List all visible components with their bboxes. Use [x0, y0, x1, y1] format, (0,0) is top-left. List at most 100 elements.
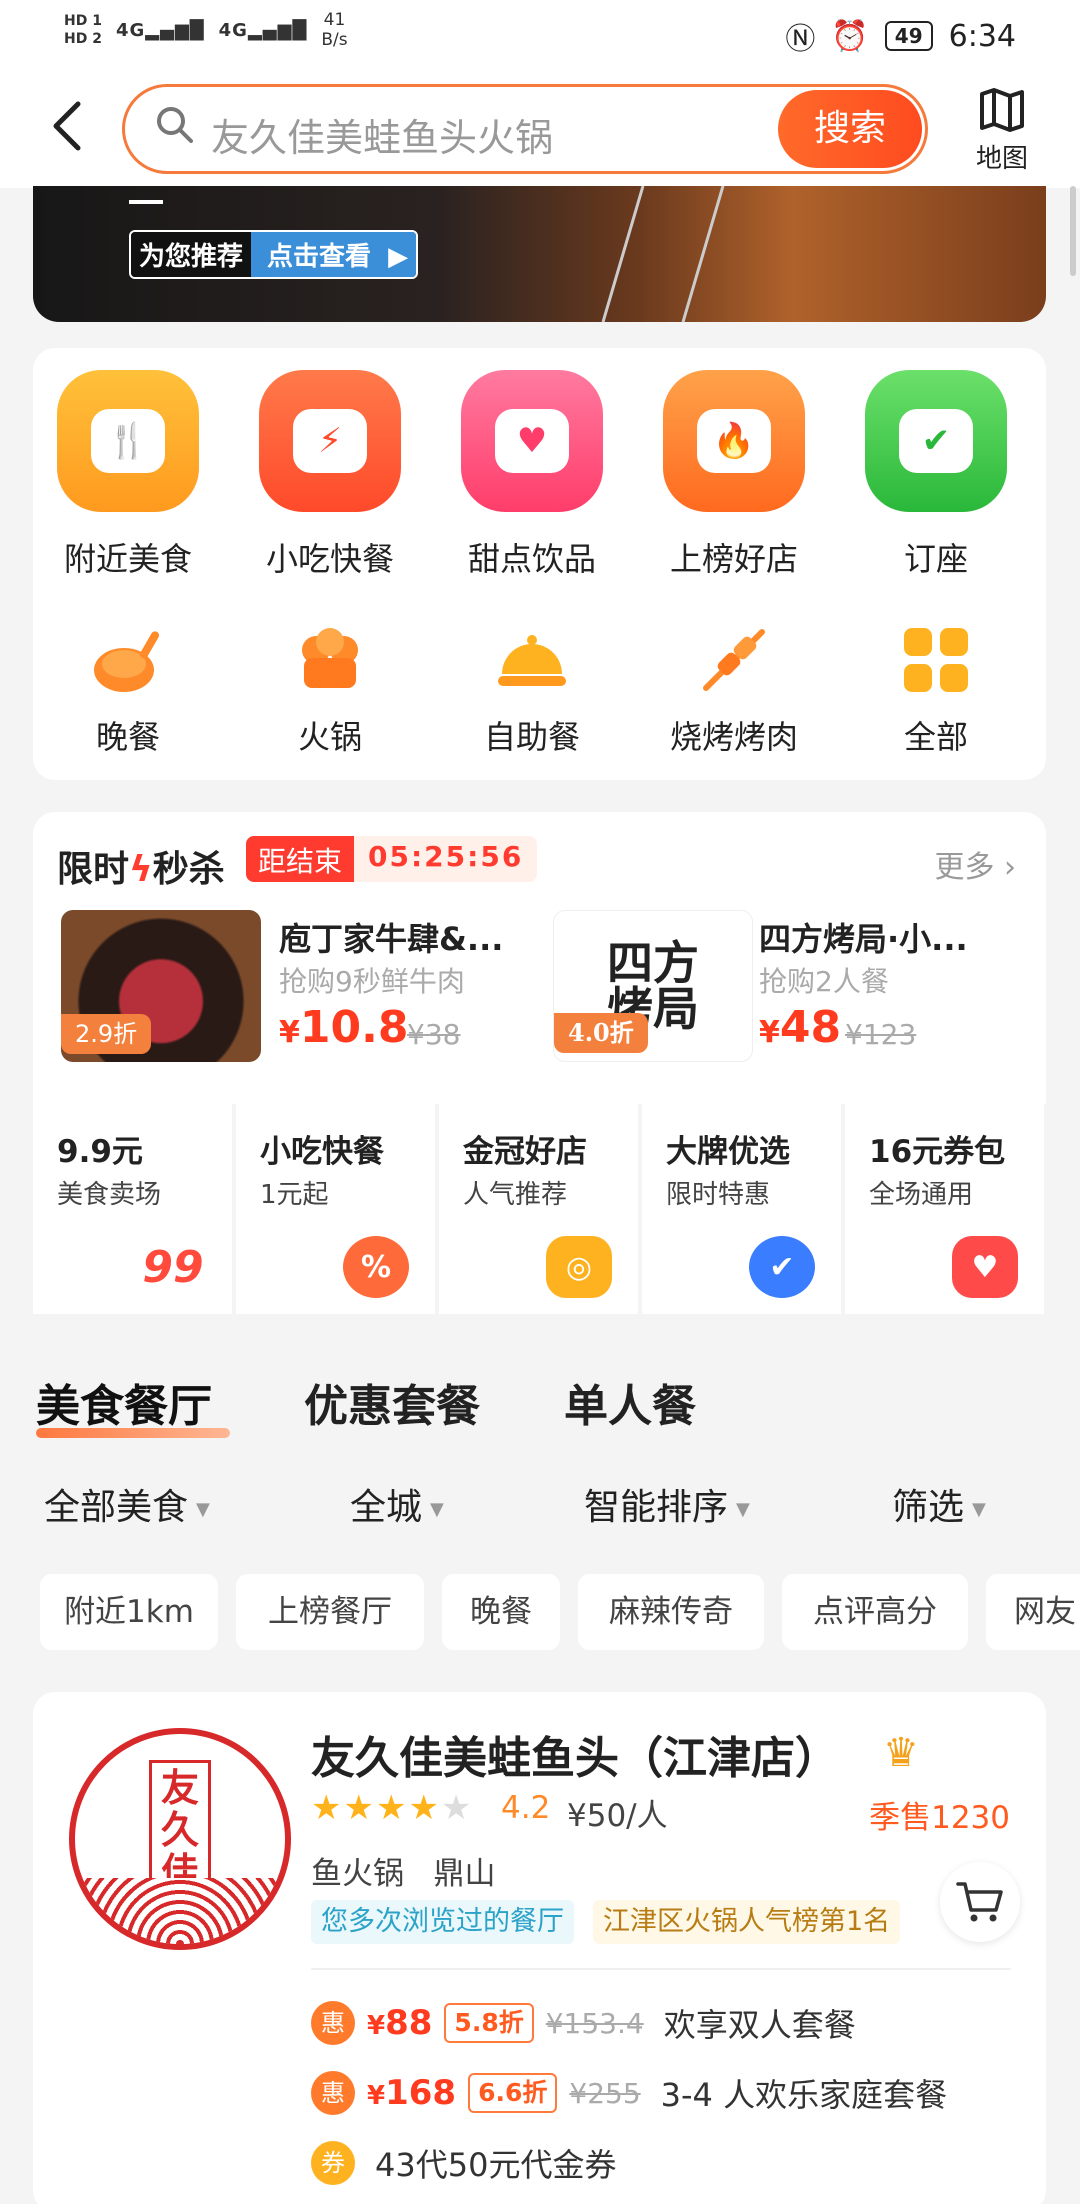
99-icon: 99 — [142, 1241, 204, 1293]
offer-row[interactable]: 惠 ¥168 6.6折 ¥255 3-4 人欢乐家庭套餐 — [311, 2068, 947, 2118]
search-input[interactable]: 友久佳美蛙鱼头火锅 — [211, 107, 553, 162]
search-icon — [157, 107, 193, 143]
search-box[interactable]: 友久佳美蛙鱼头火锅 搜索 — [122, 84, 928, 174]
offer-price: ¥168 — [367, 2073, 457, 2113]
promo-gold-crown[interactable]: 金冠好店 人气推荐 ◎ — [439, 1104, 638, 1314]
deal-original-price: ¥123 — [845, 1018, 917, 1051]
sim2-indicator: HD 2 — [64, 31, 102, 47]
search-header: 友久佳美蛙鱼头火锅 搜索 地图 — [0, 70, 1080, 188]
scrollbar[interactable] — [1070, 186, 1076, 276]
category-all[interactable]: 全部 — [861, 624, 1011, 758]
visited-badge: 您多次浏览过的餐厅 — [311, 1900, 574, 1944]
crown-icon: ♛ — [883, 1730, 919, 1776]
discount-badge-icon: 惠 — [311, 2001, 355, 2045]
back-arrow-icon — [53, 101, 81, 151]
roast-chicken-icon — [90, 624, 166, 696]
search-button[interactable]: 搜索 — [778, 90, 922, 168]
offer-original-price: ¥255 — [569, 2076, 641, 2110]
recommend-tag[interactable]: 为您推荐 点击查看 ▶ — [129, 230, 419, 279]
category-nearby-food[interactable]: 🍴 附近美食 — [53, 370, 203, 580]
promo-banner[interactable]: 为您推荐 点击查看 ▶ — [33, 186, 1046, 322]
clock: 6:34 — [948, 18, 1016, 54]
chef-hat-icon: 🍴 — [57, 370, 199, 512]
category-buffet[interactable]: 自助餐 — [457, 624, 607, 758]
filter-all-food[interactable]: 全部美食 ▼ — [44, 1478, 210, 1530]
map-icon — [980, 88, 1024, 132]
deal-image-beef[interactable]: 2.9折 — [61, 910, 261, 1062]
price-per-person: ¥50/人 — [567, 1798, 668, 1834]
tab-deal-packages[interactable]: 优惠套餐 — [304, 1370, 480, 1434]
gold-ingot-icon: ◎ — [546, 1236, 612, 1298]
offer-price: ¥88 — [367, 2003, 433, 2043]
deal-price: ¥10.8 — [279, 1002, 409, 1053]
sim1-indicator: HD 1 — [64, 13, 102, 29]
category-dinner[interactable]: 晚餐 — [53, 624, 203, 758]
countdown-timer: 距结束 05:25:56 — [246, 836, 538, 882]
category-hotpot[interactable]: 火锅 — [255, 624, 405, 758]
promo-coupon-pack[interactable]: 16元券包 全场通用 ♥ — [845, 1104, 1044, 1314]
deal-subtitle: 抢购9秒鲜牛肉 — [279, 965, 465, 998]
map-button[interactable]: 地图 — [972, 86, 1032, 175]
grid-icon — [898, 624, 974, 696]
category-snacks[interactable]: ⚡ 小吃快餐 — [255, 370, 405, 580]
category-desserts[interactable]: ♥ 甜点饮品 — [457, 370, 607, 580]
signal-icon: 4G▂▄▆█ — [115, 19, 205, 41]
offer-row[interactable]: 惠 ¥88 5.8折 ¥153.4 欢享双人套餐 — [311, 1998, 856, 2048]
offer-description: 欢享双人套餐 — [663, 2006, 856, 2044]
tab-restaurants[interactable]: 美食餐厅 — [36, 1370, 212, 1434]
deal-original-price: ¥38 — [407, 1018, 461, 1051]
promo-big-brand[interactable]: 大牌优选 限时特惠 ✔ — [642, 1104, 841, 1314]
flash-more-link[interactable]: 更多 › — [934, 842, 1016, 886]
deal-name[interactable]: 四方烤局·小... — [759, 914, 968, 960]
discount-badge-icon: 惠 — [311, 2071, 355, 2115]
filter-sort[interactable]: 智能排序 ▼ — [584, 1478, 750, 1530]
back-button[interactable] — [48, 98, 88, 164]
tab-single-meal[interactable]: 单人餐 — [564, 1370, 696, 1434]
skewer-image — [601, 186, 645, 322]
coupon-heart-icon: ♥ — [952, 1236, 1018, 1298]
dropdown-icon: ▼ — [736, 1498, 750, 1520]
alarm-icon: ⏰ — [831, 18, 869, 54]
deal-subtitle: 抢购2人餐 — [759, 965, 889, 998]
chip-top-list[interactable]: 上榜餐厅 — [236, 1574, 424, 1650]
voucher-row[interactable]: 券 43代50元代金券 — [311, 2138, 616, 2188]
cart-icon — [956, 1882, 1003, 1922]
category-reserve[interactable]: ✔ 订座 — [861, 370, 1011, 580]
filter-city[interactable]: 全城 ▼ — [350, 1478, 444, 1530]
restaurant-card[interactable]: 友久佳 友久佳美蛙鱼头（江津店） ♛ ★★★★★ 4.2 ¥50/人 季售123… — [33, 1692, 1046, 2204]
offer-discount: 5.8折 — [444, 2003, 534, 2043]
restaurant-tags: 鱼火锅 鼎山 — [311, 1856, 496, 1892]
dropdown-icon: ▼ — [196, 1498, 210, 1520]
offer-description: 3-4 人欢乐家庭套餐 — [660, 2076, 948, 2114]
star-rating: ★★★★★ — [311, 1788, 474, 1828]
status-bar: HD 1 HD 2 4G▂▄▆█ 4G▂▄▆█ 41 B/s Ⓝ ⏰ 49 6:3… — [0, 0, 1080, 70]
category-top-stores[interactable]: 🔥 上榜好店 — [659, 370, 809, 580]
chip-spicy[interactable]: 麻辣传奇 — [578, 1574, 764, 1650]
deal-image-sifang[interactable]: 四方烤局 4.0折 — [553, 910, 753, 1062]
flash-sale-title: 限时ϟ秒杀 — [57, 849, 225, 890]
armchair-icon: ✔ — [865, 370, 1007, 512]
promo-snacks[interactable]: 小吃快餐 1元起 % — [236, 1104, 435, 1314]
flash-sale-section: 限时ϟ秒杀 距结束 05:25:56 更多 › 2.9折 庖丁家牛肆&... 抢… — [33, 812, 1046, 1104]
restaurant-name[interactable]: 友久佳美蛙鱼头（江津店） — [311, 1722, 839, 1786]
chip-netizen[interactable]: 网友 — [986, 1574, 1080, 1650]
category-bbq[interactable]: 烧烤烤肉 — [659, 624, 809, 758]
cart-button[interactable] — [940, 1862, 1020, 1942]
cup-icon: ♥ — [461, 370, 603, 512]
check-shield-icon: ✔ — [749, 1236, 815, 1298]
flame-pot-icon: 🔥 — [663, 370, 805, 512]
promo-9-9[interactable]: 9.9元 美食卖场 99 — [33, 1104, 232, 1314]
chip-high-rating[interactable]: 点评高分 — [782, 1574, 968, 1650]
restaurant-logo: 友久佳 — [69, 1728, 291, 1950]
deal-name[interactable]: 庖丁家牛肆&... — [279, 914, 503, 960]
quick-filter-chips: 附近1km 上榜餐厅 晚餐 麻辣传奇 点评高分 网友 — [0, 1574, 1080, 1650]
chip-dinner[interactable]: 晚餐 — [442, 1574, 560, 1650]
voucher-description: 43代50元代金券 — [375, 2146, 617, 2184]
cloche-icon — [494, 624, 570, 696]
dropdown-icon: ▼ — [430, 1498, 444, 1520]
chip-nearby[interactable]: 附近1km — [40, 1574, 218, 1650]
offer-discount: 6.6折 — [468, 2073, 558, 2113]
hotpot-icon — [292, 624, 368, 696]
percent-flower-icon: % — [343, 1236, 409, 1298]
filter-screen[interactable]: 筛选 ▼ — [892, 1478, 986, 1530]
